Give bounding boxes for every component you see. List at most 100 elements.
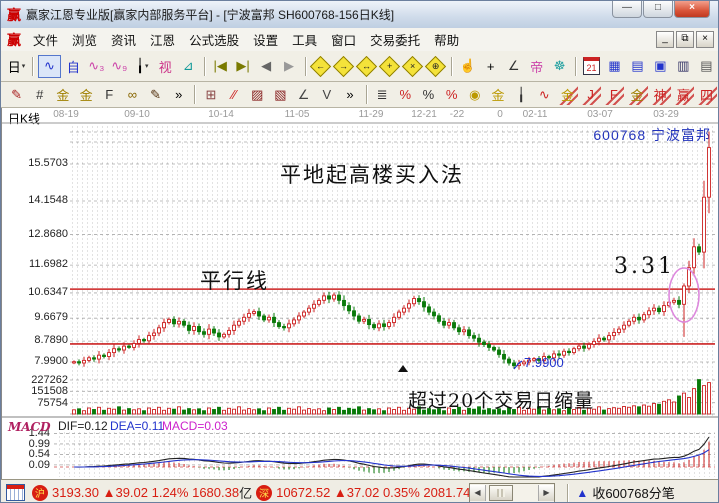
golden-section-v-tool-icon[interactable]: 金 xyxy=(76,84,97,105)
golden-section-h-tool-icon[interactable]: 金 xyxy=(52,84,73,105)
shift-left-diamond-icon[interactable]: ← xyxy=(310,56,331,77)
percent-tool-icon[interactable]: % xyxy=(418,84,439,105)
marker-triangle xyxy=(398,365,408,372)
step-forward-button-icon[interactable]: ▶ xyxy=(279,56,300,77)
macd-dif-value: DIF=0.12 xyxy=(58,419,108,433)
shanghai-index-quote: 3193.30 ▲39.02 1.24% 1680.38 xyxy=(52,485,239,500)
menu-item-help[interactable]: 帮助 xyxy=(427,32,466,50)
annotation-volume-note: 超过20个交易日缩量 xyxy=(408,386,594,413)
expand-all-diamond-icon[interactable]: ⊕ xyxy=(425,56,446,77)
notebook-tool-icon[interactable]: ▤ xyxy=(627,56,648,77)
fan-box-tool-1-icon[interactable]: ▨ xyxy=(247,84,268,105)
export-tool-icon[interactable]: ▥ xyxy=(673,56,694,77)
mdi-minimize-button[interactable]: _ xyxy=(656,31,674,48)
angle-gold-tool-icon[interactable]: 金 xyxy=(626,84,647,105)
spiral-tool-icon[interactable]: ∞ xyxy=(122,84,143,105)
scroll-left-arrow[interactable]: ◀ xyxy=(470,485,486,501)
menu-item-news[interactable]: 资讯 xyxy=(104,32,143,50)
price-box-tool-icon[interactable]: ⊞ xyxy=(200,84,221,105)
gann-grid-tool-icon[interactable]: # xyxy=(29,84,50,105)
zoom-in-diamond-icon[interactable]: + xyxy=(379,56,400,77)
annotation-method-title: 平地起高楼买入法 xyxy=(280,159,464,189)
print-tool-icon[interactable]: ▤ xyxy=(696,56,717,77)
tick-chart-icon[interactable]: ▲ xyxy=(576,486,588,500)
gold-lines-tool-icon[interactable]: 金 xyxy=(487,84,508,105)
percent-retrace-tool-icon[interactable]: % xyxy=(395,84,416,105)
price-ladder-tool-icon[interactable]: ≣ xyxy=(372,84,393,105)
angle-measure-tool-icon[interactable]: ∠ xyxy=(503,56,524,77)
fibonacci-tool-icon[interactable]: F xyxy=(99,84,120,105)
angle-j-tool-icon[interactable]: J xyxy=(580,84,601,105)
menu-item-trade-entrust[interactable]: 交易委托 xyxy=(363,32,427,50)
gold-circle-tool-icon[interactable]: ◉ xyxy=(464,84,485,105)
chart-pane[interactable]: 日K线 600768 宁波富邦 08-1909-1010-1411-0511-2… xyxy=(1,108,719,479)
percent-lines-tool-icon[interactable]: % xyxy=(441,84,462,105)
mdi-close-button[interactable]: × xyxy=(696,31,714,48)
step-back-button-icon[interactable]: ◀ xyxy=(256,56,277,77)
calculator-tool-icon[interactable]: ▦ xyxy=(604,56,625,77)
minimize-button[interactable]: — xyxy=(612,1,642,18)
stock-info-f10-icon[interactable]: 自 xyxy=(63,56,84,77)
shenzhen-index-quote: 10672.52 ▲37.02 0.35% 2081.74 xyxy=(276,485,470,500)
jump-last-button-icon[interactable]: ▶| xyxy=(233,56,254,77)
square-of-nine-tool-icon[interactable]: ☸ xyxy=(549,56,570,77)
tick-data-label[interactable]: 收600768分笔 xyxy=(592,483,674,502)
toolbar-separator xyxy=(32,57,33,76)
save-tool-icon[interactable]: ▣ xyxy=(650,56,671,77)
menu-item-tools[interactable]: 工具 xyxy=(285,32,324,50)
angle-shen-tool-icon[interactable]: 神 xyxy=(650,84,671,105)
shanghai-market-icon[interactable]: 沪 xyxy=(32,485,48,501)
minute-chart-3-icon[interactable]: ∿₃ xyxy=(86,56,107,77)
price-axis-label: 9.6679 xyxy=(4,311,68,323)
close-button[interactable]: × xyxy=(674,1,710,18)
pan-hand-tool-icon[interactable]: ☝ xyxy=(457,56,478,77)
macd-axis-label: 0.09 xyxy=(4,459,50,471)
application-window: { "window": { "logo": "赢", "title": "赢家江… xyxy=(0,0,719,503)
calendar-tool-icon[interactable]: 21 xyxy=(581,56,602,77)
toolbar-separator xyxy=(575,57,576,76)
toolbar-row-2: ✎#金金F∞✎»⊞∕∕▨▧∠V»≣%%%◉金╽∿金JF金神赢四 xyxy=(1,82,718,108)
zigzag-tool-icon[interactable]: V xyxy=(316,84,337,105)
period-day-selector-icon[interactable]: 日▾ xyxy=(6,56,27,77)
menu-item-formula-stock-pick[interactable]: 公式选股 xyxy=(182,32,246,50)
angle-f-tool-icon[interactable]: F xyxy=(603,84,624,105)
shenzhen-market-icon[interactable]: 深 xyxy=(256,485,272,501)
scrollbar-thumb[interactable] xyxy=(489,485,513,501)
menu-item-file[interactable]: 文件 xyxy=(26,32,65,50)
trend-angle-tool-icon[interactable]: ∠ xyxy=(293,84,314,105)
candle-style-selector-icon[interactable]: ╽▾ xyxy=(132,56,153,77)
draw-line-tool-icon[interactable]: ✎ xyxy=(145,84,166,105)
fan-box-tool-2-icon[interactable]: ▧ xyxy=(270,84,291,105)
angle-ying-tool-icon[interactable]: 赢 xyxy=(673,84,694,105)
zoom-window-tool-icon[interactable]: ∿ xyxy=(38,55,61,78)
macd-pane-label: MACD xyxy=(8,420,51,434)
expand-horizontal-diamond-icon[interactable]: ↔ xyxy=(356,56,377,77)
horizontal-scrollbar[interactable]: ◀ ▶ xyxy=(469,483,555,503)
menu-item-window[interactable]: 窗口 xyxy=(324,32,363,50)
mdi-restore-button[interactable]: ⧉ xyxy=(676,31,694,48)
compress-diamond-icon[interactable]: × xyxy=(402,56,423,77)
menu-item-gann[interactable]: 江恩 xyxy=(143,32,182,50)
minute-chart-9-icon[interactable]: ∿₉ xyxy=(109,56,130,77)
maximize-button[interactable]: □ xyxy=(643,1,673,18)
angle-si-tool-icon[interactable]: 四 xyxy=(696,84,717,105)
shift-right-diamond-icon[interactable]: → xyxy=(333,56,354,77)
wave-tool-icon[interactable]: ∿ xyxy=(534,84,555,105)
gann-wheel-tool-icon[interactable]: 帝 xyxy=(526,56,547,77)
menu-item-settings[interactable]: 设置 xyxy=(246,32,285,50)
crosshair-tool-icon[interactable]: + xyxy=(480,56,501,77)
scroll-right-arrow[interactable]: ▶ xyxy=(538,485,554,501)
more-tools-1-icon[interactable]: » xyxy=(168,84,189,105)
diamond-shape: × xyxy=(402,55,423,76)
jump-first-button-icon[interactable]: |◀ xyxy=(210,56,231,77)
signal-flag-tool-icon[interactable]: ⊿ xyxy=(178,56,199,77)
calendar-status-icon[interactable] xyxy=(6,484,25,501)
menu-item-browse[interactable]: 浏览 xyxy=(65,32,104,50)
market-report-tool-icon[interactable]: 视 xyxy=(155,56,176,77)
more-tools-2-icon[interactable]: » xyxy=(339,84,360,105)
gold-fan-tool-icon[interactable]: 金 xyxy=(557,84,578,105)
price-axis-label: 12.8680 xyxy=(4,228,68,240)
gann-fan-tool-icon[interactable]: ∕∕ xyxy=(224,84,245,105)
candle-mark-tool-icon[interactable]: ╽ xyxy=(511,84,532,105)
draw-brush-tool-icon[interactable]: ✎ xyxy=(6,84,27,105)
